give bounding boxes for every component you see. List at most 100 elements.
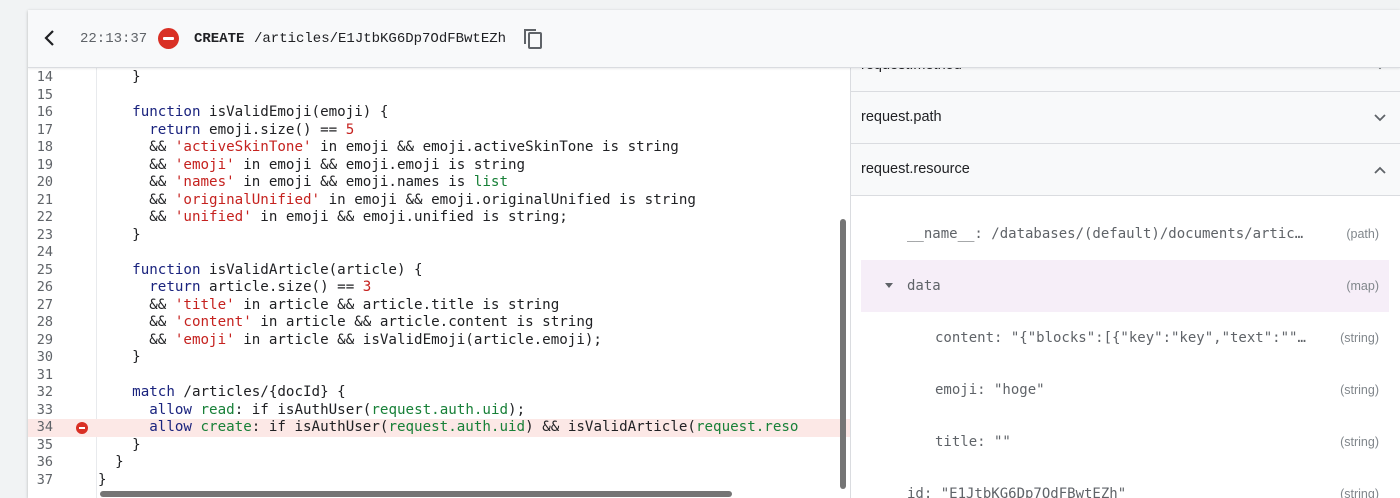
line-number: 24 <box>36 244 53 260</box>
inspector-field: id: "E1JtbKG6Dp7OdFBwtEZh" (string) <box>861 468 1389 498</box>
inspector-row-label: request.method <box>861 67 962 91</box>
code-line: 24 <box>28 244 850 262</box>
horizontal-scrollbar[interactable] <box>100 491 732 497</box>
line-number: 14 <box>36 69 53 85</box>
field-type: (string) <box>1340 487 1379 498</box>
code-text: function isValidEmoji(emoji) { <box>132 104 389 120</box>
field-key-value: emoji: "hoge" <box>935 382 1045 398</box>
code-line: 31 <box>28 367 850 385</box>
error-marker-icon <box>76 422 88 434</box>
code-text: } <box>98 349 141 365</box>
field-key-value: content: "{"blocks":[{"key":"key","text"… <box>935 330 1309 346</box>
code-text: } <box>98 226 141 243</box>
copy-icon[interactable] <box>521 27 545 51</box>
inspector-row-request-path[interactable]: request.path <box>851 92 1400 144</box>
code-line: 16 function isValidEmoji(emoji) { <box>28 104 850 122</box>
code-text: } <box>98 454 124 470</box>
line-number: 36 <box>36 454 53 470</box>
code-line: 25 function isValidArticle(article) { <box>28 262 850 280</box>
line-number: 28 <box>36 314 53 330</box>
line-number: 22 <box>36 209 53 225</box>
code-line: 36 } <box>28 454 850 472</box>
inspector-map-field[interactable]: data (map) <box>861 260 1389 312</box>
line-number: 26 <box>36 279 53 295</box>
chevron-down-icon <box>1374 114 1386 122</box>
inspector-row-label: request.path <box>861 109 942 125</box>
line-number: 21 <box>36 191 53 208</box>
code-text: && 'title' in article && article.title i… <box>98 296 560 313</box>
line-number: 34 <box>36 419 53 435</box>
inspector-row-label: request.resource <box>861 161 970 177</box>
inspector-field: emoji: "hoge" (string) <box>861 364 1389 416</box>
code-line: 17 return emoji.size() == 5 <box>28 122 850 140</box>
code-text: && 'content' in article && article.conte… <box>98 314 594 330</box>
field-key-value: data <box>907 278 941 294</box>
code-line: 33 allow read: if isAuthUser(request.aut… <box>28 402 850 420</box>
code-text: } <box>98 471 107 488</box>
code-text: } <box>98 69 141 85</box>
code-line: 21 && 'originalUnified' in emoji && emoj… <box>28 192 850 210</box>
line-number: 17 <box>36 121 53 138</box>
code-text: allow create: if isAuthUser(request.auth… <box>149 419 799 435</box>
line-number: 32 <box>36 384 53 400</box>
inspector-field: content: "{"blocks":[{"key":"key","text"… <box>861 312 1389 364</box>
field-type: (map) <box>1346 279 1379 293</box>
code-text: && 'names' in emoji && emoji.names is li… <box>98 174 509 190</box>
code-text: && 'unified' in emoji && emoji.unified i… <box>98 209 568 225</box>
code-text: match /articles/{docId} { <box>132 384 346 400</box>
request-details-card: 22:13:37 CREATE /articles/E1JtbKG6Dp7OdF… <box>28 10 1400 498</box>
code-line: 37} <box>28 472 850 490</box>
line-number: 37 <box>36 471 53 488</box>
field-key-value: title: "" <box>935 434 1011 450</box>
field-key-value: id: "E1JtbKG6Dp7OdFBwtEZh" <box>907 486 1127 498</box>
code-line: 32 match /articles/{docId} { <box>28 384 850 402</box>
line-number: 30 <box>36 349 53 365</box>
request-inspector-panel: request.method request.path request.resour… <box>850 67 1400 498</box>
code-line: 20 && 'names' in emoji && emoji.names is… <box>28 174 850 192</box>
chevron-left-icon[interactable] <box>40 28 60 48</box>
code-text: && 'emoji' in emoji && emoji.emoji is st… <box>98 156 526 173</box>
line-number: 23 <box>36 226 53 243</box>
code-line: 18 && 'activeSkinTone' in emoji && emoji… <box>28 139 850 157</box>
code-line: 28 && 'content' in article && article.co… <box>28 314 850 332</box>
rules-code-editor[interactable]: 14 } 15 16 function isValidEmoji(emoji) {1… <box>28 67 850 498</box>
inspector-field: title: "" (string) <box>861 416 1389 468</box>
line-number: 35 <box>36 436 53 453</box>
deny-icon <box>158 28 179 49</box>
request-path: /articles/E1JtbKG6Dp7OdFBwtEZh <box>254 31 507 47</box>
code-line: 14 } <box>28 69 850 87</box>
request-method: CREATE <box>194 31 245 47</box>
line-number: 33 <box>36 401 53 418</box>
code-text: && 'activeSkinTone' in emoji && emoji.ac… <box>98 139 679 155</box>
code-line: 27 && 'title' in article && article.titl… <box>28 297 850 315</box>
line-number: 20 <box>36 174 53 190</box>
code-text: allow read: if isAuthUser(request.auth.u… <box>149 401 526 418</box>
request-header: 22:13:37 CREATE /articles/E1JtbKG6Dp7OdF… <box>28 10 1400 68</box>
code-line: 29 && 'emoji' in article && isValidEmoji… <box>28 332 850 350</box>
code-line: 34 allow create: if isAuthUser(request.a… <box>28 419 850 437</box>
code-line: 22 && 'unified' in emoji && emoji.unifie… <box>28 209 850 227</box>
line-number: 27 <box>36 296 53 313</box>
code-line: 23 } <box>28 227 850 245</box>
code-text: && 'emoji' in article && isValidEmoji(ar… <box>98 331 602 348</box>
inspector-row-request-method[interactable]: request.method <box>851 67 1400 92</box>
code-text: function isValidArticle(article) { <box>132 261 423 278</box>
request-timestamp: 22:13:37 <box>80 31 148 47</box>
line-number: 29 <box>36 331 53 348</box>
line-number: 25 <box>36 261 53 278</box>
inspector-field: __name__: /databases/(default)/documents… <box>861 208 1389 260</box>
field-type: (string) <box>1340 331 1379 345</box>
field-type: (string) <box>1340 435 1379 449</box>
vertical-scrollbar[interactable] <box>840 219 846 489</box>
inspector-row-request-resource[interactable]: request.resource <box>851 144 1400 196</box>
code-line: 19 && 'emoji' in emoji && emoji.emoji is… <box>28 157 850 175</box>
code-line: 30 } <box>28 349 850 367</box>
line-number: 16 <box>36 104 53 120</box>
expand-triangle-icon[interactable] <box>885 283 893 288</box>
code-line: 26 return article.size() == 3 <box>28 279 850 297</box>
line-number: 31 <box>36 366 53 383</box>
field-type: (string) <box>1340 383 1379 397</box>
line-number: 18 <box>36 139 53 155</box>
code-line: 35 } <box>28 437 850 455</box>
code-text: } <box>98 436 141 453</box>
